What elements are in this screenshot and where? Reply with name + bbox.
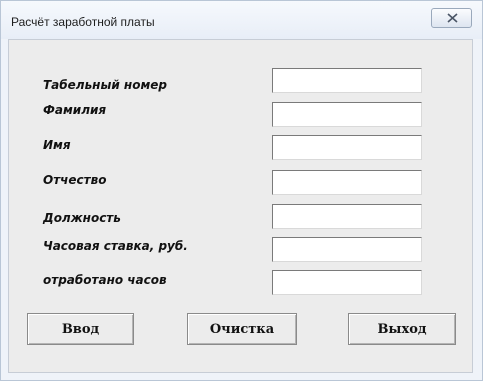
title-bar[interactable]: Расчёт заработной платы — [1, 1, 482, 39]
position-input[interactable] — [272, 204, 422, 229]
label-first-name: Имя — [43, 138, 71, 152]
clear-button[interactable]: Очистка — [187, 313, 297, 345]
hourly-rate-input[interactable] — [272, 237, 422, 262]
salary-window: Расчёт заработной платы Табельный номер … — [0, 0, 483, 381]
label-position: Должность — [43, 211, 121, 225]
label-hours-worked: отработано часов — [43, 273, 167, 287]
patronymic-input[interactable] — [272, 170, 422, 195]
label-surname: Фамилия — [43, 103, 107, 117]
label-hourly-rate: Часовая ставка, руб. — [43, 239, 188, 253]
hours-worked-input[interactable] — [272, 270, 422, 295]
surname-input[interactable] — [272, 102, 422, 127]
enter-button[interactable]: Ввод — [27, 313, 134, 345]
label-patronymic: Отчество — [43, 173, 107, 187]
exit-button[interactable]: Выход — [348, 313, 456, 345]
close-icon — [447, 13, 458, 23]
personnel-number-input[interactable] — [272, 68, 422, 93]
first-name-input[interactable] — [272, 135, 422, 160]
label-personnel-number: Табельный номер — [43, 78, 167, 92]
window-title: Расчёт заработной платы — [11, 15, 155, 29]
close-button[interactable] — [431, 8, 472, 28]
